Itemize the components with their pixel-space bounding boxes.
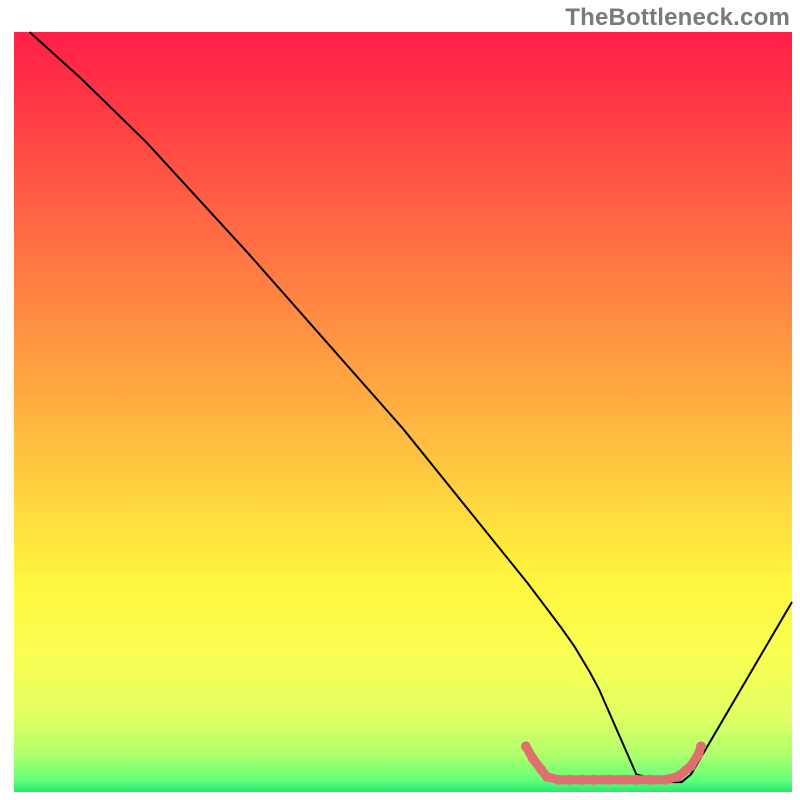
optimum-dot (542, 772, 552, 782)
optimum-dot (631, 775, 641, 785)
optimum-dot (554, 775, 564, 785)
optimum-dot (603, 775, 613, 785)
optimum-dot (589, 775, 599, 785)
optimum-dot (565, 775, 575, 785)
optimum-dot (660, 775, 670, 785)
plot-background (14, 32, 792, 792)
optimum-dot (577, 775, 587, 785)
optimum-dot (673, 772, 683, 782)
optimum-dot (528, 754, 538, 764)
optimum-dot (696, 741, 706, 751)
chart-container: TheBottleneck.com (0, 0, 800, 800)
optimum-dot (619, 775, 629, 785)
optimum-dot (686, 761, 696, 771)
chart-svg (0, 0, 800, 800)
optimum-dot (645, 775, 655, 785)
optimum-dot (521, 741, 531, 751)
